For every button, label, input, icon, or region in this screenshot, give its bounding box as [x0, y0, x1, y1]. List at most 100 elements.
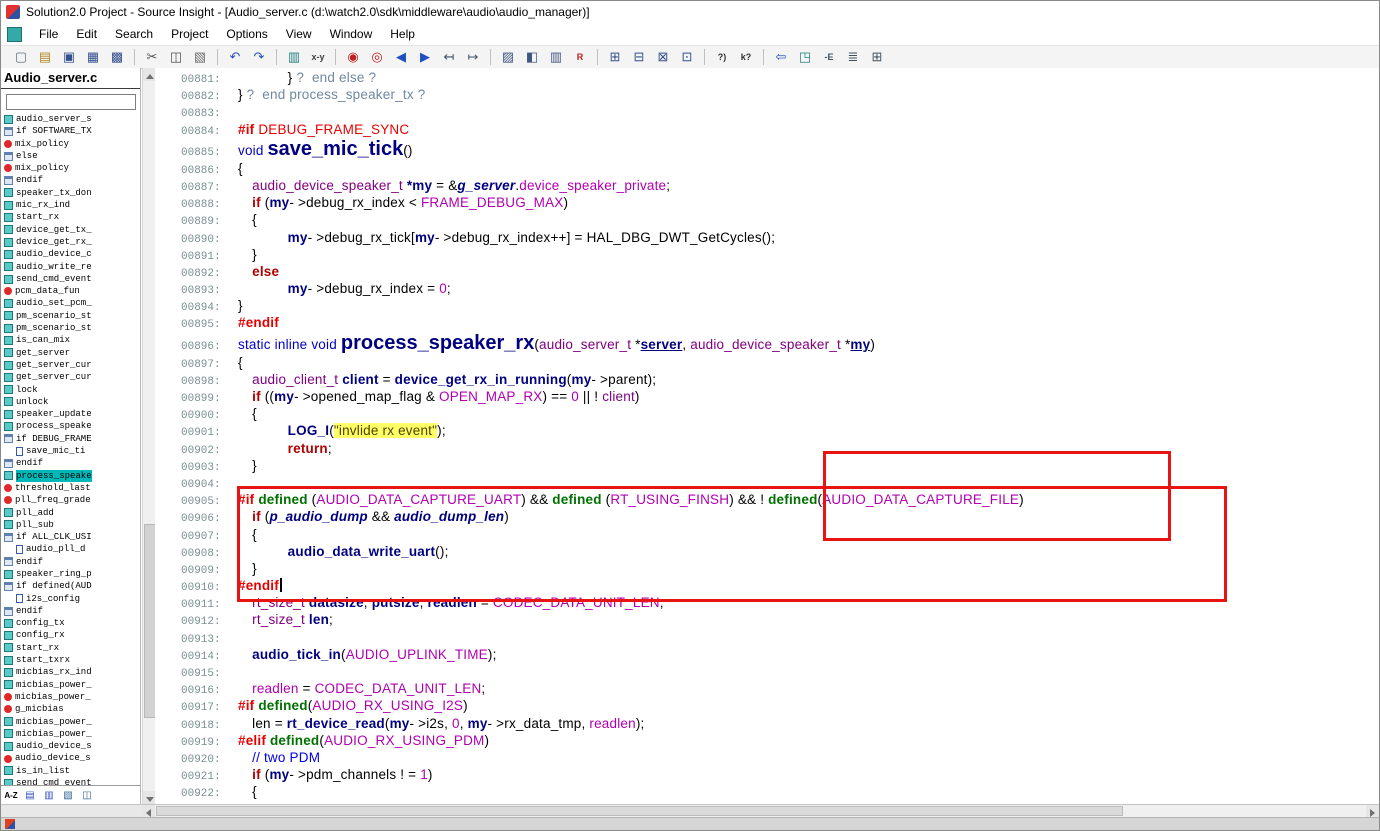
title-bar[interactable]: Solution2.0 Project - Source Insight - […: [1, 1, 1379, 23]
symbol-item[interactable]: save_mic_ti: [1, 445, 140, 457]
code-line[interactable]: 00894:}: [155, 297, 1379, 314]
code-line[interactable]: 00884:#if DEBUG_FRAME_SYNC: [155, 121, 1379, 138]
code-line[interactable]: 00902: return;: [155, 440, 1379, 457]
tile-two-windows-button[interactable]: ⊞: [604, 47, 626, 67]
code-line[interactable]: 00897:{: [155, 354, 1379, 371]
code-line[interactable]: 00908: audio_data_write_uart();: [155, 543, 1379, 560]
horizontal-scroll-thumb[interactable]: [156, 806, 1123, 816]
code-line[interactable]: 00916: readlen = CODEC_DATA_UNIT_LEN;: [155, 680, 1379, 697]
menu-help[interactable]: Help: [381, 25, 424, 43]
symbol-item[interactable]: audio_pll_d: [1, 543, 140, 555]
code-line[interactable]: 00915:: [155, 663, 1379, 680]
menu-edit[interactable]: Edit: [67, 25, 106, 43]
new-file-button[interactable]: ▢: [10, 47, 32, 67]
back-history-button[interactable]: ⇦: [770, 47, 792, 67]
symbol-item[interactable]: process_speake: [1, 420, 140, 432]
code-line[interactable]: 00919:#elif defined(AUDIO_RX_USING_PDM): [155, 732, 1379, 749]
symbol-groups-button[interactable]: ▤: [22, 788, 38, 802]
code-line[interactable]: 00882:} ? end process_speaker_tx ?: [155, 86, 1379, 103]
scroll-left-button[interactable]: [142, 805, 155, 817]
symbol-item[interactable]: audio_device_s: [1, 752, 140, 764]
symbol-item[interactable]: start_rx: [1, 211, 140, 223]
symbol-item[interactable]: mix_policy: [1, 162, 140, 174]
code-line[interactable]: 00911: rt_size_t datasize, putsize, read…: [155, 594, 1379, 611]
code-line[interactable]: 00910:#endif: [155, 577, 1379, 594]
code-editor[interactable]: 00881: } ? end else ?00882:} ? end proce…: [155, 68, 1379, 804]
code-line[interactable]: 00891: }: [155, 246, 1379, 263]
relation-window-button[interactable]: ◫: [79, 788, 95, 802]
symbol-item[interactable]: audio_device_s: [1, 740, 140, 752]
symbol-item[interactable]: lock: [1, 384, 140, 396]
code-line[interactable]: 00887: audio_device_speaker_t *my = &g_s…: [155, 177, 1379, 194]
go-forward-button[interactable]: ▶: [414, 47, 436, 67]
symbol-item[interactable]: speaker_update: [1, 408, 140, 420]
symbol-item[interactable]: pcm_data_fun: [1, 285, 140, 297]
remove-results-button[interactable]: -E: [818, 47, 840, 67]
cascade-windows-button[interactable]: ⊡: [676, 47, 698, 67]
code-line[interactable]: 00890: my- >debug_rx_tick[my- >debug_rx_…: [155, 229, 1379, 246]
symbol-item[interactable]: mic_rx_ind: [1, 199, 140, 211]
code-line[interactable]: 00906: if (p_audio_dump && audio_dump_le…: [155, 508, 1379, 525]
browse-files-button[interactable]: ▨: [497, 47, 519, 67]
symbol-item[interactable]: audio_server_s: [1, 113, 140, 125]
symbol-item[interactable]: micbias_power_: [1, 716, 140, 728]
menu-search[interactable]: Search: [106, 25, 162, 43]
browse-classes-button[interactable]: ▥: [545, 47, 567, 67]
symbol-item[interactable]: speaker_ring_p: [1, 568, 140, 580]
sort-alphabetic-button[interactable]: A-Z: [3, 788, 19, 802]
code-line[interactable]: 00904:: [155, 474, 1379, 491]
go-back-button[interactable]: ◀: [390, 47, 412, 67]
symbol-item[interactable]: audio_set_pcm_: [1, 297, 140, 309]
symbol-item[interactable]: audio_write_re: [1, 261, 140, 273]
menu-view[interactable]: View: [277, 25, 321, 43]
symbol-window-toggle-button[interactable]: ▥: [283, 47, 305, 67]
line-layout-button[interactable]: ≣: [842, 47, 864, 67]
scroll-right-button[interactable]: [1366, 805, 1379, 817]
code-line[interactable]: 00881: } ? end else ?: [155, 69, 1379, 86]
symbol-item[interactable]: audio_device_c: [1, 248, 140, 260]
code-line[interactable]: 00917:#if defined(AUDIO_RX_USING_I2S): [155, 697, 1379, 714]
code-line[interactable]: 00907: {: [155, 526, 1379, 543]
symbol-item[interactable]: pm_scenario_st: [1, 322, 140, 334]
play-recorded-macro-button[interactable]: R: [569, 47, 591, 67]
symbol-item[interactable]: is_can_mix: [1, 334, 140, 346]
symbol-item[interactable]: else: [1, 150, 140, 162]
link-previous-button[interactable]: ↤: [438, 47, 460, 67]
token-expansion-button[interactable]: x-y: [307, 47, 329, 67]
symbol-item[interactable]: unlock: [1, 396, 140, 408]
tile-horizontal-button[interactable]: ⊟: [628, 47, 650, 67]
symbol-filter-input[interactable]: [6, 94, 136, 110]
code-line[interactable]: 00896:static inline void process_speaker…: [155, 332, 1379, 354]
symbol-item[interactable]: speaker_tx_don: [1, 187, 140, 199]
menu-window[interactable]: Window: [321, 25, 382, 43]
browse-project-button[interactable]: ▧: [60, 788, 76, 802]
symbol-item[interactable]: endif: [1, 174, 140, 186]
symbol-item[interactable]: endif: [1, 556, 140, 568]
code-line[interactable]: 00918: len = rt_device_read(my- >i2s, 0,…: [155, 715, 1379, 732]
menu-options[interactable]: Options: [217, 25, 276, 43]
code-line[interactable]: 00900: {: [155, 405, 1379, 422]
symbol-item[interactable]: device_get_tx_: [1, 224, 140, 236]
symbol-item[interactable]: mix_policy: [1, 138, 140, 150]
symbol-item[interactable]: i2s_config: [1, 593, 140, 605]
symbol-item[interactable]: g_micbias: [1, 703, 140, 715]
paste-button[interactable]: ▧: [189, 47, 211, 67]
redo-button[interactable]: ↷: [248, 47, 270, 67]
code-line[interactable]: 00888: if (my- >debug_rx_index < FRAME_D…: [155, 194, 1379, 211]
undo-button[interactable]: ↶: [224, 47, 246, 67]
symbol-item[interactable]: get_server_cur: [1, 371, 140, 383]
symbol-item[interactable]: get_server: [1, 347, 140, 359]
browse-symbols-button[interactable]: ◧: [521, 47, 543, 67]
context-help-button[interactable]: ?): [711, 47, 733, 67]
symbol-item[interactable]: pll_sub: [1, 519, 140, 531]
code-line[interactable]: 00914: audio_tick_in(AUDIO_UPLINK_TIME);: [155, 646, 1379, 663]
lookup-references-button[interactable]: ◉: [342, 47, 364, 67]
code-line[interactable]: 00899: if ((my- >opened_map_flag & OPEN_…: [155, 388, 1379, 405]
code-line[interactable]: 00893: my- >debug_rx_index = 0;: [155, 280, 1379, 297]
symbol-item[interactable]: threshold_last: [1, 482, 140, 494]
call-tree-button[interactable]: ⊞: [866, 47, 888, 67]
code-line[interactable]: 00885:void save_mic_tick(): [155, 138, 1379, 160]
symbol-item[interactable]: send_cmd_event: [1, 273, 140, 285]
open-file-button[interactable]: ▤: [34, 47, 56, 67]
code-line[interactable]: 00901: LOG_I("invlide rx event");: [155, 422, 1379, 439]
